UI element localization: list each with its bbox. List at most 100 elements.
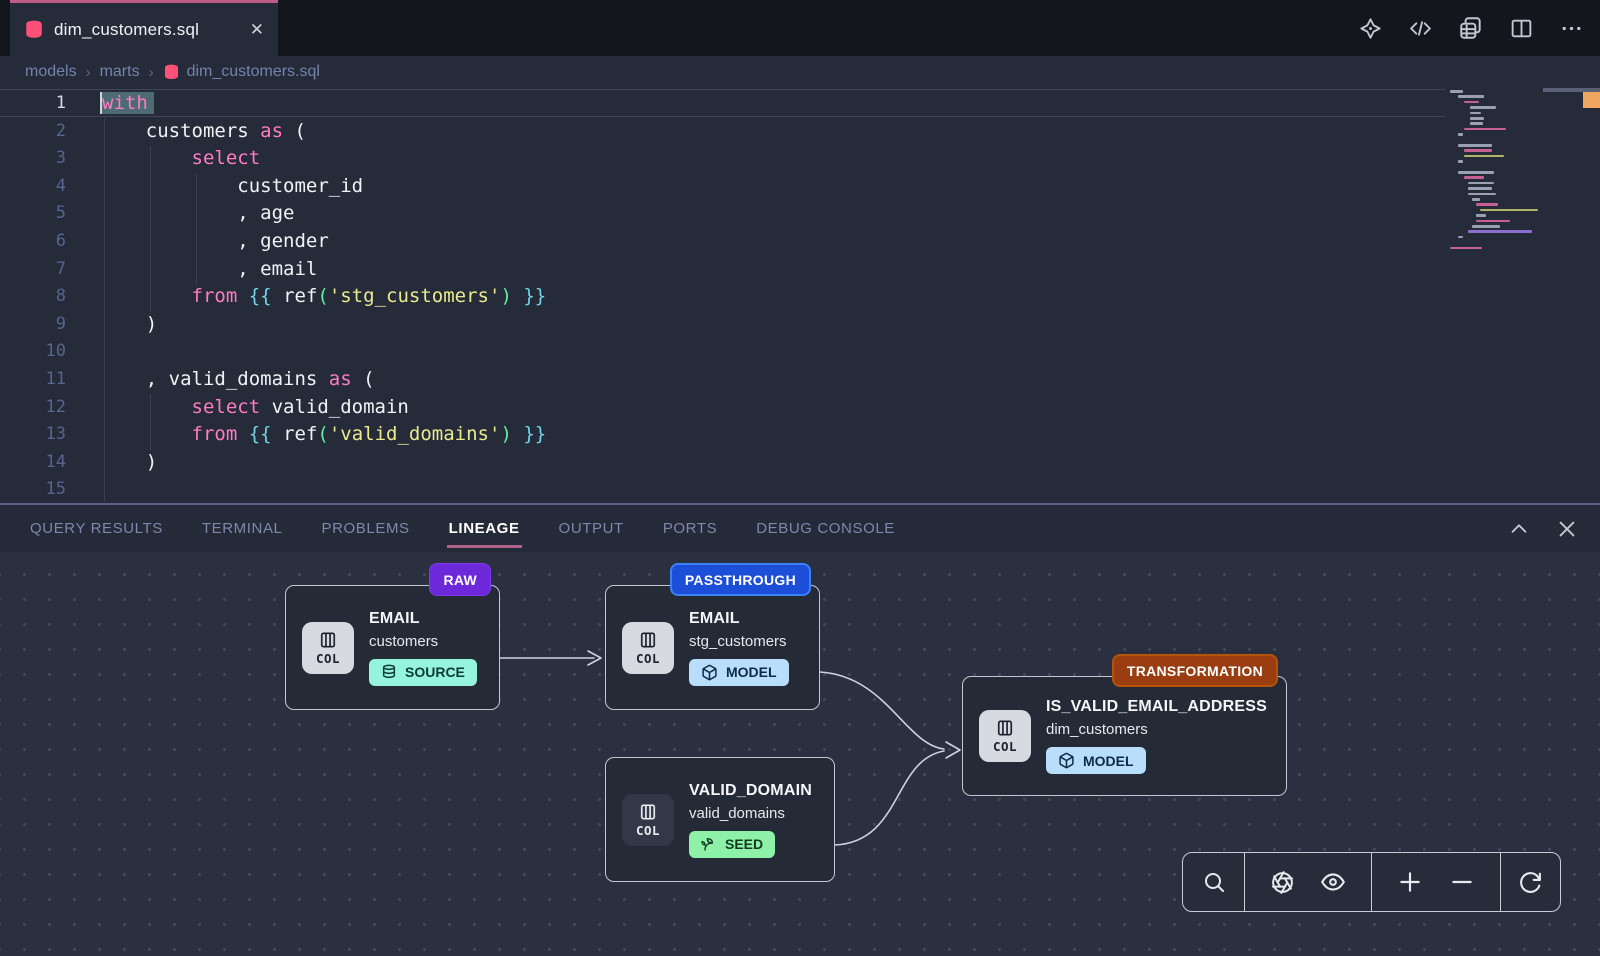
panel-tab-problems[interactable]: PROBLEMS — [322, 520, 410, 537]
code-line[interactable]: with — [100, 90, 546, 118]
panel-actions — [1508, 518, 1600, 540]
columns-icon — [637, 802, 659, 822]
breadcrumb-separator: › — [86, 64, 91, 81]
line-number: 1 — [0, 90, 66, 118]
code-content[interactable]: with customers as ( select customer_id ,… — [100, 90, 546, 503]
code-line[interactable]: from {{ ref('stg_customers') }} — [100, 283, 546, 311]
code-line[interactable] — [100, 476, 546, 503]
node-tag-badge: PASSTHROUGH — [670, 563, 811, 596]
line-number: 12 — [0, 394, 66, 422]
node-title: EMAIL — [369, 610, 477, 628]
col-label: COL — [636, 651, 660, 666]
node-title: EMAIL — [689, 610, 789, 628]
badge-label: MODEL — [726, 664, 777, 680]
column-icon-box: COL — [622, 622, 674, 674]
panel-tab-lineage[interactable]: LINEAGE — [449, 520, 520, 537]
col-label: COL — [993, 739, 1017, 754]
line-number: 13 — [0, 421, 66, 449]
database-icon — [381, 664, 397, 680]
panel-tab-debug-console[interactable]: DEBUG CONSOLE — [756, 520, 895, 537]
code-editor[interactable]: 123456789101112131415 with customers as … — [0, 88, 1600, 503]
line-number: 3 — [0, 145, 66, 173]
code-line[interactable]: ) — [100, 311, 546, 339]
zoom-out-icon[interactable] — [1449, 869, 1475, 895]
more-icon[interactable] — [1559, 16, 1584, 41]
breadcrumb-item-marts[interactable]: marts — [100, 63, 140, 81]
line-number-gutter: 123456789101112131415 — [0, 90, 66, 503]
line-number: 11 — [0, 366, 66, 394]
line-number: 4 — [0, 173, 66, 201]
lineage-node-dim_customers[interactable]: TRANSFORMATION COL IS_VALID_EMAIL_ADDRES… — [962, 676, 1287, 796]
node-type-badge: SEED — [689, 831, 775, 858]
code-line[interactable]: from {{ ref('valid_domains') }} — [100, 421, 546, 449]
breadcrumb: models › marts › dim_customers.sql — [0, 56, 1600, 88]
line-number: 9 — [0, 311, 66, 339]
editor-actions — [1358, 0, 1584, 56]
lineage-node-customers[interactable]: RAW COL EMAIL customers — [285, 585, 500, 710]
line-number: 7 — [0, 256, 66, 284]
breadcrumb-item-models[interactable]: models — [25, 63, 77, 81]
badge-label: SEED — [725, 836, 763, 852]
breadcrumb-separator: › — [149, 64, 154, 81]
lineage-node-stg_customers[interactable]: PASSTHROUGH COL EMAIL stg_customers — [605, 585, 820, 710]
tab-close-icon[interactable]: ✕ — [250, 21, 264, 38]
eye-icon[interactable] — [1320, 869, 1346, 895]
code-line[interactable]: ) — [100, 449, 546, 477]
panel-tab-ports[interactable]: PORTS — [663, 520, 717, 537]
node-subtitle: customers — [369, 633, 477, 650]
code-line[interactable]: , email — [100, 256, 546, 284]
copy-table-icon[interactable] — [1458, 15, 1484, 41]
close-icon[interactable] — [1556, 518, 1578, 540]
aperture-icon[interactable] — [1270, 870, 1295, 895]
line-number: 8 — [0, 283, 66, 311]
cube-icon — [1058, 752, 1075, 769]
lineage-node-valid_domains[interactable]: COL VALID_DOMAIN valid_domains — [605, 757, 835, 882]
lineage-toolbar — [1182, 852, 1561, 912]
code-line[interactable]: select — [100, 145, 546, 173]
line-number: 10 — [0, 338, 66, 366]
code-line[interactable]: select valid_domain — [100, 394, 546, 422]
tab-bar: dim_customers.sql ✕ — [0, 0, 1600, 56]
seedling-icon — [701, 836, 717, 852]
column-icon-box: COL — [302, 622, 354, 674]
code-line[interactable]: , valid_domains as ( — [100, 366, 546, 394]
lineage-canvas[interactable]: RAW COL EMAIL customers — [0, 552, 1600, 956]
minimap[interactable] — [1450, 90, 1580, 270]
zoom-in-icon[interactable] — [1397, 869, 1423, 895]
panel-tab-query-results[interactable]: QUERY RESULTS — [30, 520, 163, 537]
bottom-panel-tabs: QUERY RESULTS TERMINAL PROBLEMS LINEAGE OUTP… — [0, 503, 1600, 552]
panel-tab-output[interactable]: OUTPUT — [559, 520, 624, 537]
node-subtitle: stg_customers — [689, 633, 789, 650]
columns-icon — [317, 630, 339, 650]
node-subtitle: valid_domains — [689, 805, 812, 822]
node-title: IS_VALID_EMAIL_ADDRESS — [1046, 698, 1267, 716]
tab-title: dim_customers.sql — [54, 20, 199, 40]
col-label: COL — [316, 651, 340, 666]
editor-tab[interactable]: dim_customers.sql ✕ — [10, 0, 278, 56]
node-type-badge: SOURCE — [369, 659, 477, 686]
line-number: 15 — [0, 476, 66, 503]
line-number: 14 — [0, 449, 66, 477]
search-icon[interactable] — [1202, 870, 1226, 894]
code-line[interactable]: , age — [100, 200, 546, 228]
code-line[interactable]: , gender — [100, 228, 546, 256]
node-tag-badge: RAW — [429, 563, 491, 596]
code-line[interactable]: customer_id — [100, 173, 546, 201]
line-number: 6 — [0, 228, 66, 256]
code-line[interactable]: customers as ( — [100, 118, 546, 146]
badge-label: MODEL — [1083, 753, 1134, 769]
column-icon-box: COL — [622, 794, 674, 846]
database-icon — [24, 20, 44, 40]
split-editor-icon[interactable] — [1509, 16, 1534, 41]
chevron-up-icon[interactable] — [1508, 518, 1530, 540]
code-line[interactable] — [100, 338, 546, 366]
refresh-icon[interactable] — [1518, 870, 1543, 895]
node-subtitle: dim_customers — [1046, 721, 1267, 738]
line-number: 2 — [0, 118, 66, 146]
database-icon — [163, 64, 180, 81]
columns-icon — [637, 630, 659, 650]
panel-tab-terminal[interactable]: TERMINAL — [202, 520, 283, 537]
breadcrumb-item-dim_customers-sql[interactable]: dim_customers.sql — [163, 63, 320, 81]
code-icon[interactable] — [1408, 16, 1433, 41]
dbt-icon[interactable] — [1358, 16, 1383, 41]
